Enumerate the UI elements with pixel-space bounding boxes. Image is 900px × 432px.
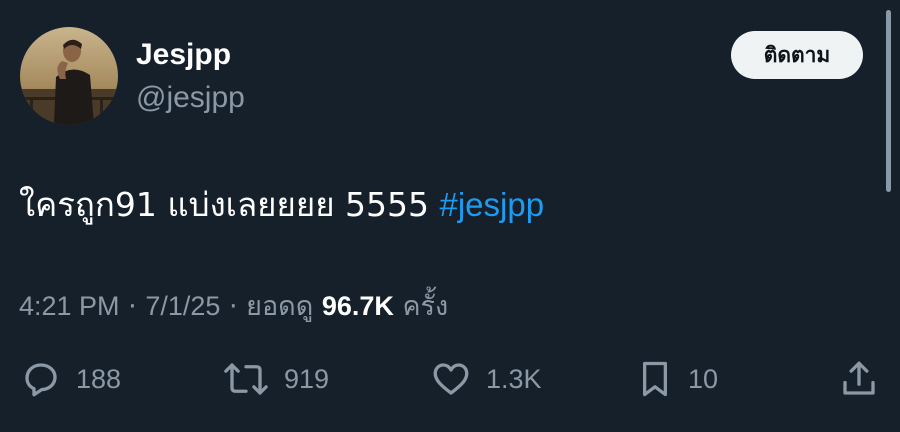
like-count: 1.3K (486, 363, 542, 394)
meta-separator: · (119, 291, 146, 322)
meta-separator: · (220, 291, 247, 322)
tweet-time[interactable]: 4:21 PM (19, 291, 120, 321)
views-count: 96.7K (321, 291, 394, 321)
avatar[interactable] (20, 27, 118, 125)
reply-button[interactable]: 188 (20, 356, 121, 402)
views-label: ยอดดู (246, 291, 322, 322)
avatar-photo (20, 27, 118, 125)
retweet-count: 919 (284, 363, 330, 394)
retweet-icon (222, 358, 270, 400)
author-display-name[interactable]: Jesjpp (136, 36, 231, 74)
scrollbar[interactable] (886, 10, 891, 192)
views-unit: ครั้ง (393, 291, 449, 322)
author-handle[interactable]: @jesjpp (136, 80, 245, 116)
tweet-meta: 4:21 PM · 7/1/25 · ยอดดู 96.7K ครั้ง (19, 286, 448, 327)
share-button[interactable] (838, 356, 880, 402)
heart-icon (430, 358, 472, 400)
reply-count: 188 (76, 363, 122, 394)
follow-button[interactable]: ติดตาม (731, 31, 863, 79)
hashtag-link[interactable]: #jesjpp (440, 186, 545, 223)
bookmark-icon (636, 358, 674, 400)
share-icon (838, 358, 880, 400)
like-button[interactable]: 1.3K (430, 356, 542, 402)
reply-icon (20, 358, 62, 400)
bookmark-button[interactable]: 10 (636, 356, 718, 402)
tweet-body: ใครถูก91 แบ่งเลยยยย 5555 (19, 185, 440, 224)
tweet-card: Jesjpp @jesjpp ติดตาม ใครถูก91 แบ่งเลยยย… (0, 0, 900, 432)
retweet-button[interactable]: 919 (222, 356, 329, 402)
tweet-text: ใครถูก91 แบ่งเลยยยย 5555 #jesjpp (19, 182, 544, 228)
bookmark-count: 10 (688, 363, 719, 394)
tweet-date[interactable]: 7/1/25 (145, 291, 220, 321)
